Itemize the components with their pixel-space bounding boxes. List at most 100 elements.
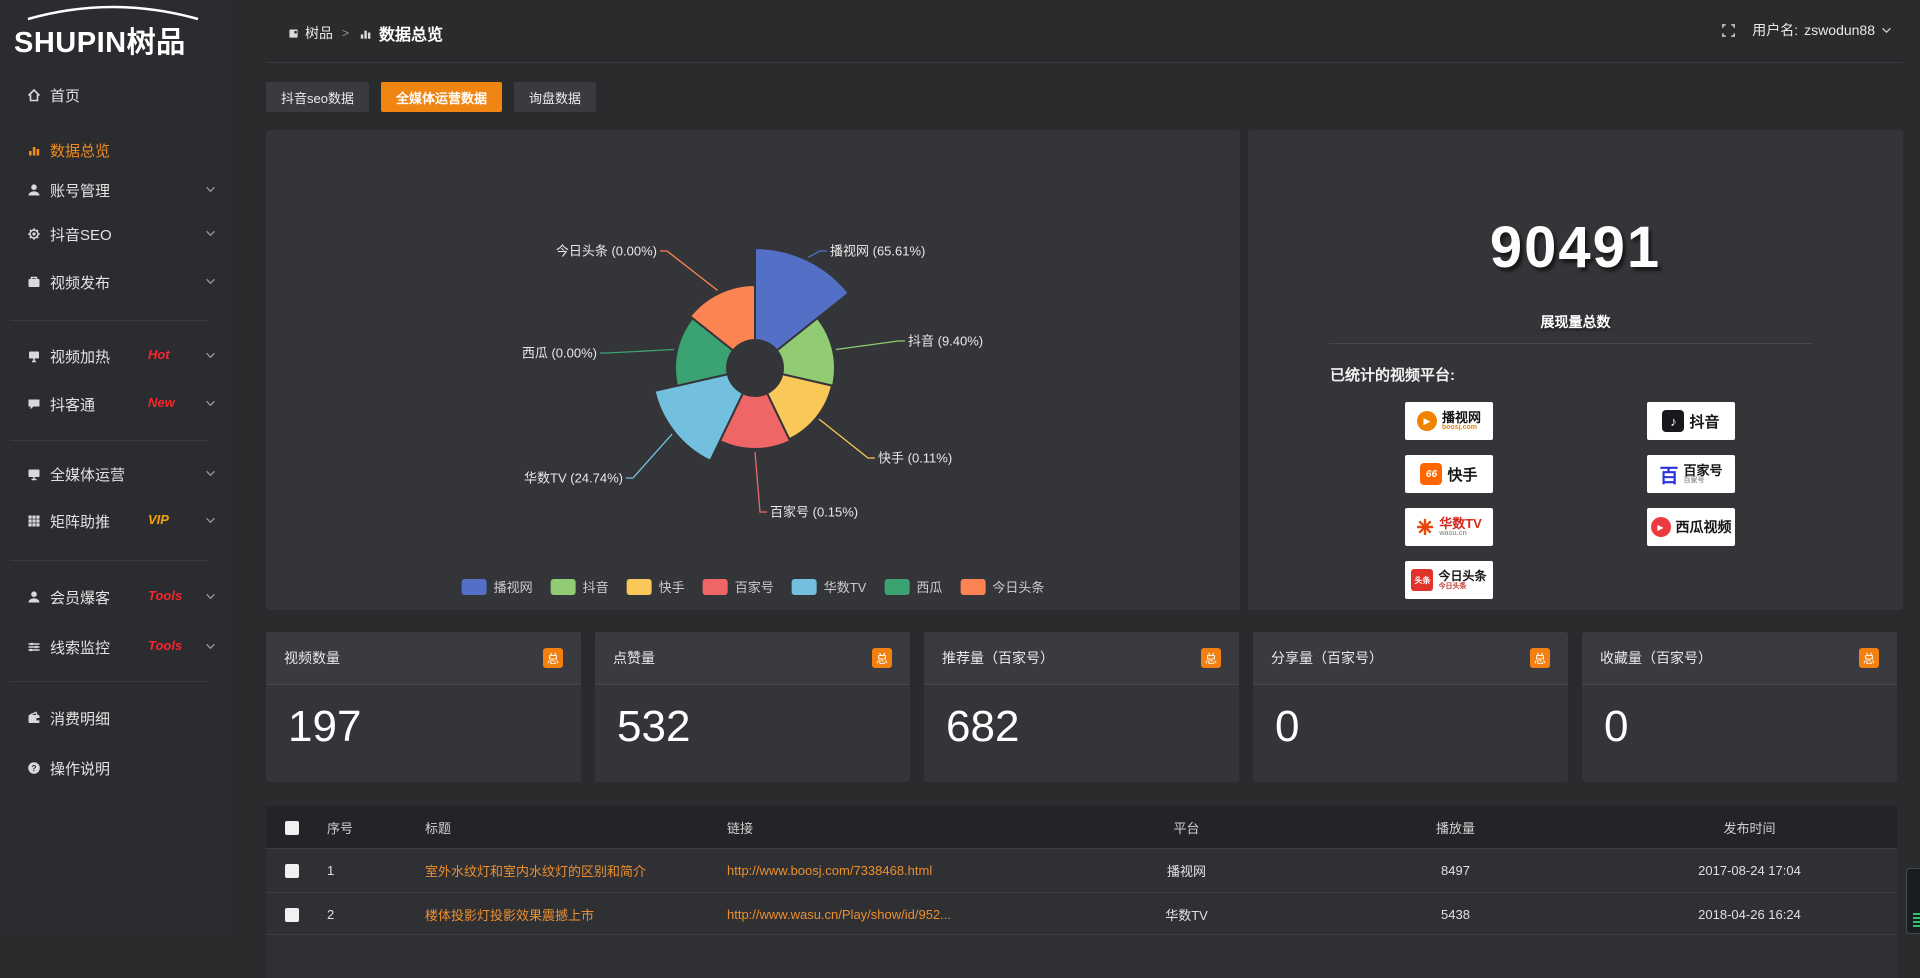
sidebar-item-11-clue[interactable]: 线索监控Tools: [0, 627, 232, 667]
wallet-icon: [26, 710, 42, 726]
header-divider: [266, 62, 1903, 63]
table-header-checkbox: [266, 806, 317, 849]
tab-3[interactable]: 询盘数据: [514, 82, 596, 112]
legend-label: 百家号: [735, 577, 774, 596]
legend-swatch: [792, 579, 817, 595]
total-badge: 总: [1201, 648, 1221, 668]
heat-icon: [26, 348, 42, 364]
sidebar-item-label: 会员爆客: [50, 587, 110, 608]
sidebar-item-2-chart[interactable]: 数据总览: [0, 130, 232, 170]
floating-service-widget[interactable]: [1906, 868, 1920, 934]
breadcrumb-item-1[interactable]: 树品: [287, 23, 333, 43]
legend-swatch: [627, 579, 652, 595]
platform-sub: 百家号: [1684, 477, 1705, 484]
tab-2[interactable]: 全媒体运营数据: [381, 82, 502, 112]
cell-time: 2018-04-26 16:24: [1602, 893, 1897, 937]
legend-label: 抖音: [583, 577, 609, 596]
table-header-6: 发布时间: [1602, 806, 1897, 849]
stat-card-label: 推荐量（百家号）: [942, 648, 1054, 668]
platform-name: 百家号: [1684, 464, 1723, 478]
row-checkbox[interactable]: [285, 908, 299, 922]
table-header-row: 序号标题链接平台播放量发布时间: [266, 806, 1897, 849]
pie-label-line-7: [660, 251, 718, 291]
platform-sub: boosj.com: [1442, 424, 1477, 431]
tab-1[interactable]: 抖音seo数据: [266, 82, 369, 112]
cell-url-link[interactable]: http://www.wasu.cn/Play/show/id/952...: [717, 893, 1064, 937]
pie-slice-5[interactable]: [655, 374, 743, 461]
cell-title-link[interactable]: 室外水纹灯和室内水纹灯的区别和简介: [415, 849, 717, 893]
pie-label-line-1: [808, 251, 827, 257]
stat-card-header: 收藏量（百家号）总: [1582, 632, 1897, 685]
summary-panel: 90491 展现量总数 已统计的视频平台: ▶播视网boosj.com♪抖音66…: [1248, 130, 1903, 610]
legend-item-1[interactable]: 播视网: [462, 577, 533, 596]
legend-item-6[interactable]: 西瓜: [884, 577, 942, 596]
platforms-label: 已统计的视频平台:: [1330, 364, 1455, 385]
cell-url-link[interactable]: http://www.boosj.com/7338468.html: [717, 849, 1064, 893]
publish-icon: [26, 274, 42, 290]
sidebar-item-1-home[interactable]: 首页: [0, 75, 232, 115]
sidebar-item-9-matrix[interactable]: 矩阵助推VIP: [0, 501, 232, 541]
stat-card-label: 点赞量: [613, 648, 655, 668]
stat-card-value: 0: [1275, 702, 1299, 752]
clue-icon: [26, 639, 42, 655]
pie-label-line-3: [819, 419, 875, 458]
legend-item-2[interactable]: 抖音: [551, 577, 609, 596]
stat-card-value: 532: [617, 702, 690, 752]
sidebar-badge-vip: VIP: [148, 512, 169, 527]
matrix-icon: [26, 513, 42, 529]
sidebar-badge-tools: Tools: [148, 588, 182, 603]
username-value: zswodun88: [1804, 22, 1875, 38]
legend-swatch: [703, 579, 728, 595]
cell-title-link[interactable]: 楼体投影灯投影效果震撼上市: [415, 893, 717, 937]
row-checkbox[interactable]: [285, 864, 299, 878]
total-badge: 总: [1530, 648, 1550, 668]
cell-checkbox: [266, 849, 317, 893]
chevron-down-icon: [205, 186, 216, 193]
platform-logo-boosj: ▶播视网boosj.com: [1405, 402, 1493, 440]
table-header-2: 标题: [415, 806, 717, 849]
total-badge: 总: [1859, 648, 1879, 668]
legend-swatch: [960, 579, 985, 595]
user-menu[interactable]: 用户名: zswodun88: [1752, 20, 1892, 40]
legend-item-5[interactable]: 华数TV: [792, 577, 867, 596]
sidebar-item-8-media[interactable]: 全媒体运营: [0, 454, 232, 494]
media-icon: [26, 466, 42, 482]
sidebar-item-6-heat[interactable]: 视频加热Hot: [0, 336, 232, 376]
platform-sub: wasu.cn: [1439, 530, 1467, 537]
chevron-down-icon: [205, 593, 216, 600]
sidebar-item-10-member[interactable]: 会员爆客 Tools: [0, 577, 232, 617]
legend-swatch: [462, 579, 487, 595]
sidebar: SHUPIN树品 首页数据总览账号管理抖音SEO视频发布视频加热Hot抖客通Ne…: [0, 0, 232, 936]
cell-time: 2017-08-24 17:04: [1602, 849, 1897, 893]
sidebar-item-13-help[interactable]: ?操作说明: [0, 748, 232, 788]
platform-logo-douyin: ♪抖音: [1647, 402, 1735, 440]
sidebar-item-4-gear[interactable]: 抖音SEO: [0, 214, 232, 254]
username-label: 用户名:: [1752, 20, 1798, 40]
summary-divider: [1329, 343, 1813, 344]
legend-item-3[interactable]: 快手: [627, 577, 685, 596]
sidebar-item-3-user[interactable]: 账号管理: [0, 170, 232, 210]
sidebar-item-7-chat[interactable]: 抖客通New: [0, 384, 232, 424]
pie-label-7: 今日头条 (0.00%): [556, 244, 657, 259]
sidebar-item-12-wallet[interactable]: 消费明细: [0, 698, 232, 738]
platform-name: 快手: [1447, 464, 1477, 485]
sidebar-item-5-publish[interactable]: 视频发布: [0, 262, 232, 302]
pie-label-1: 播视网 (65.61%): [830, 244, 925, 259]
select-all-checkbox[interactable]: [285, 821, 299, 835]
sidebar-item-label: 抖音SEO: [50, 224, 112, 245]
user-icon: [26, 182, 42, 198]
logo-text-cn: 树品: [127, 27, 186, 59]
sidebar-divider: [10, 560, 208, 561]
fullscreen-icon[interactable]: [1721, 23, 1736, 38]
breadcrumb: 树品>数据总览: [287, 20, 443, 46]
cell-checkbox: [266, 893, 317, 937]
breadcrumb-item-2[interactable]: 数据总览: [358, 21, 443, 45]
legend-item-4[interactable]: 百家号: [703, 577, 774, 596]
video-table-wrap: 序号标题链接平台播放量发布时间 1室外水纹灯和室内水纹灯的区别和简介http:/…: [266, 806, 1897, 936]
legend-label: 西瓜: [916, 577, 942, 596]
sidebar-item-label: 视频加热: [50, 346, 110, 367]
sidebar-item-label: 账号管理: [50, 180, 110, 201]
table-header-5: 播放量: [1309, 806, 1602, 849]
legend-item-7[interactable]: 今日头条: [960, 577, 1044, 596]
legend-swatch: [551, 579, 576, 595]
